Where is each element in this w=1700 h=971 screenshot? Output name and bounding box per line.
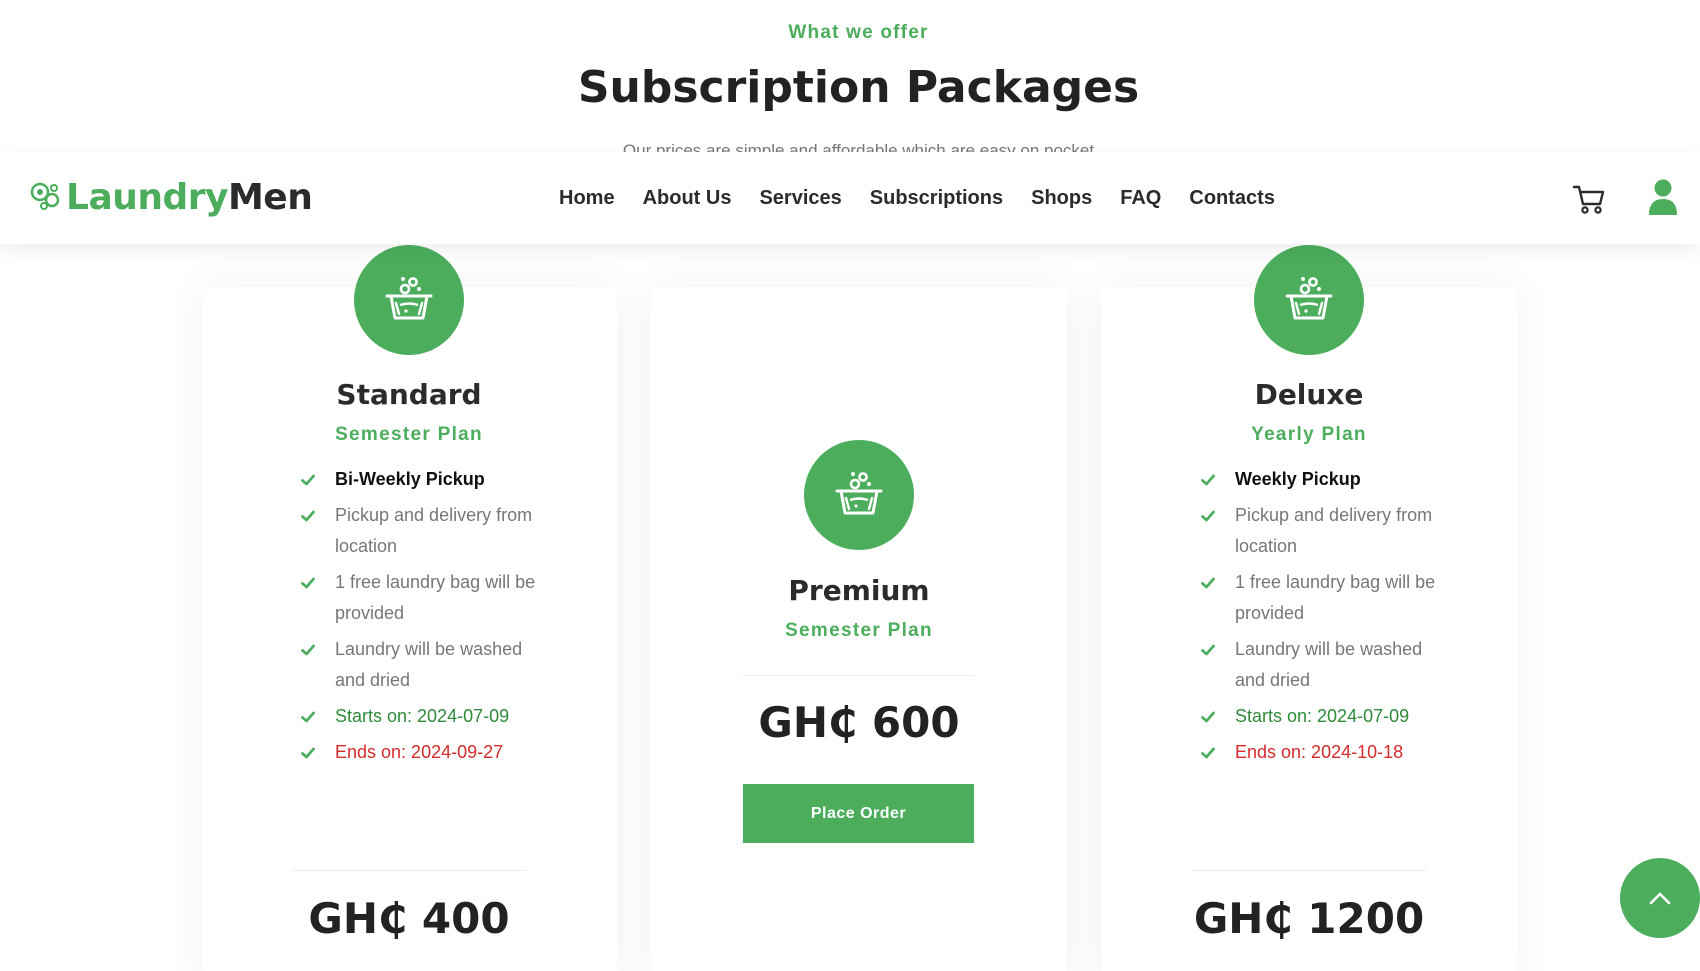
feature-list: Bi-Weekly Pickup Pickup and delivery fro… <box>301 464 541 773</box>
check-icon <box>301 644 315 656</box>
feature-item: Bi-Weekly Pickup <box>301 464 541 495</box>
logo[interactable]: LaundryMen <box>28 172 313 222</box>
chevron-up-icon <box>1649 892 1671 905</box>
page: What we offer Subscription Packages Our … <box>0 0 1700 971</box>
plan-card-standard: Standard Semester Plan Bi-Weekly Pickup … <box>201 245 617 971</box>
nav-link-contacts[interactable]: Contacts <box>1189 187 1275 210</box>
plan-card-deluxe: Deluxe Yearly Plan Weekly Pickup Pickup … <box>1101 245 1517 971</box>
laundry-basin-icon <box>385 277 433 320</box>
check-icon <box>301 474 315 486</box>
nav-links: Home About Us Services Subscriptions Sho… <box>559 152 1303 244</box>
nav-link-shops[interactable]: Shops <box>1031 187 1092 210</box>
plan-card-premium: Premium Semester Plan GH₵ 600 Place Orde… <box>651 287 1067 971</box>
plan-badge <box>804 440 914 550</box>
plan-badge <box>1254 245 1364 355</box>
plan-name: Deluxe <box>1254 378 1364 411</box>
feature-end-date: Ends on: 2024-09-27 <box>301 737 541 768</box>
nav-link-home[interactable]: Home <box>559 187 615 210</box>
check-icon <box>301 747 315 759</box>
feature-item: Pickup and delivery from location <box>1201 500 1441 562</box>
nav-link-subscriptions[interactable]: Subscriptions <box>870 187 1003 210</box>
nav-link-services[interactable]: Services <box>759 187 841 210</box>
plan-price: GH₵ 600 <box>758 698 960 747</box>
price-divider <box>743 675 974 676</box>
plan-term: Semester Plan <box>335 424 483 445</box>
navbar: LaundryMen Home About Us Services Subscr… <box>0 152 1700 244</box>
check-icon <box>1201 577 1215 589</box>
plan-name: Premium <box>788 574 930 607</box>
price-divider <box>1191 870 1426 871</box>
laundry-basin-icon <box>1285 277 1333 320</box>
check-icon <box>1201 644 1215 656</box>
nav-link-about-us[interactable]: About Us <box>643 187 732 210</box>
logo-bubbles-icon <box>30 182 60 210</box>
section-subtitle: Our prices are simple and affordable whi… <box>622 142 1095 152</box>
plan-price: GH₵ 1200 <box>1193 894 1425 943</box>
check-icon <box>1201 510 1215 522</box>
nav-link-faq[interactable]: FAQ <box>1120 187 1161 210</box>
plan-price: GH₵ 400 <box>308 894 510 943</box>
feature-end-date: Ends on: 2024-10-18 <box>1201 737 1441 768</box>
check-icon <box>1201 711 1215 723</box>
check-icon <box>1201 747 1215 759</box>
logo-text: LaundryMen <box>66 176 313 218</box>
feature-item: Pickup and delivery from location <box>301 500 541 562</box>
cart-icon[interactable] <box>1572 182 1606 216</box>
feature-item: Weekly Pickup <box>1201 464 1441 495</box>
feature-item: Laundry will be washed and dried <box>1201 634 1441 696</box>
place-order-button[interactable]: Place Order <box>743 784 974 843</box>
laundry-basin-icon <box>835 472 883 515</box>
scroll-to-top-button[interactable] <box>1620 858 1700 938</box>
price-divider <box>291 870 526 871</box>
plan-badge <box>354 245 464 355</box>
feature-item: 1 free laundry bag will be provided <box>301 567 541 629</box>
check-icon <box>301 510 315 522</box>
plan-term: Semester Plan <box>785 620 933 641</box>
check-icon <box>1201 474 1215 486</box>
feature-item: 1 free laundry bag will be provided <box>1201 567 1441 629</box>
section-eyebrow: What we offer <box>788 22 929 43</box>
feature-list: Weekly Pickup Pickup and delivery from l… <box>1201 464 1441 773</box>
feature-start-date: Starts on: 2024-07-09 <box>301 701 541 732</box>
plan-term: Yearly Plan <box>1251 424 1367 445</box>
feature-item: Laundry will be washed and dried <box>301 634 541 696</box>
feature-start-date: Starts on: 2024-07-09 <box>1201 701 1441 732</box>
check-icon <box>301 577 315 589</box>
plan-name: Standard <box>336 378 482 411</box>
section-title: Subscription Packages <box>577 62 1140 113</box>
check-icon <box>301 711 315 723</box>
user-icon[interactable] <box>1648 178 1678 216</box>
